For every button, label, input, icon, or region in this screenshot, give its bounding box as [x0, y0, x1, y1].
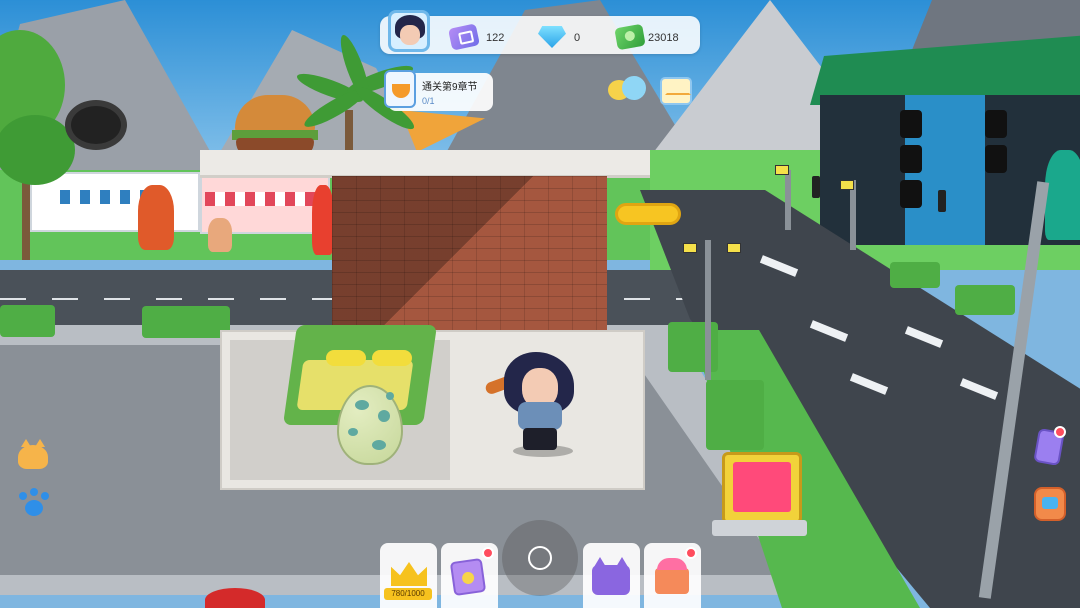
cat-ears-icon [592, 557, 630, 595]
crown-progress: 780/1000 [384, 588, 432, 600]
hedge [890, 262, 940, 288]
cards-icon [449, 557, 487, 597]
hedge [706, 380, 764, 450]
npc[interactable] [208, 218, 232, 252]
cat-icon[interactable] [18, 439, 48, 469]
hedge [0, 305, 55, 337]
traffic-light [812, 176, 820, 198]
diamond-count: 0 [574, 32, 581, 44]
hedge [142, 306, 230, 338]
backpack-icon[interactable] [1034, 487, 1066, 521]
red-object [205, 588, 265, 608]
ticket-count: 122 [486, 32, 505, 44]
pillow [326, 350, 366, 366]
traffic-light [938, 190, 946, 212]
avatar[interactable] [388, 10, 430, 52]
notification-dot [685, 547, 697, 559]
quest-title: 通关第9章节 [422, 82, 478, 93]
horse-statue [1045, 150, 1080, 240]
hedge [955, 285, 1015, 315]
joystick-knob[interactable] [528, 546, 552, 570]
street-lamp [785, 170, 791, 230]
game-world[interactable] [0, 0, 1080, 608]
house-roof [200, 150, 650, 178]
pillow [372, 350, 412, 366]
tire-sculpture [65, 100, 127, 150]
street-lamp [850, 180, 856, 250]
notification-dot [482, 547, 494, 559]
notification-dot [1054, 426, 1066, 438]
paw-icon[interactable] [17, 488, 51, 520]
mascot-statue [312, 185, 334, 255]
quest-clipboard-icon[interactable] [384, 70, 416, 108]
mascot-statue [138, 185, 174, 250]
key-pickup[interactable] [615, 203, 681, 225]
street-lamp [705, 240, 711, 380]
mail-icon[interactable] [660, 77, 692, 105]
cash-count: 23018 [648, 32, 679, 44]
chat-icon[interactable] [608, 76, 648, 104]
shop-awning [205, 192, 320, 206]
quest-progress: 0/1 [422, 96, 435, 106]
cake-icon [655, 558, 689, 594]
speaker [900, 110, 922, 138]
